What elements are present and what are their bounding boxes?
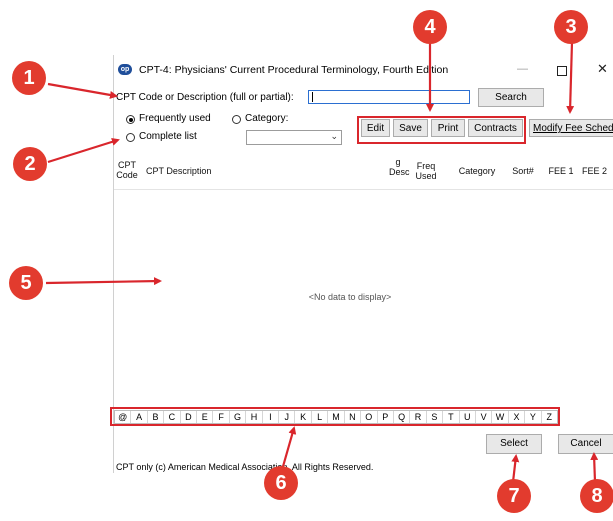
annotation-badge-4: 4	[413, 10, 447, 44]
arrow-8	[590, 452, 599, 483]
annotation-badge-2: 2	[13, 147, 47, 181]
arrow-1	[47, 82, 118, 99]
annotation-badge-6: 6	[264, 466, 298, 500]
annotation-badge-3: 3	[554, 10, 588, 44]
annotation-arrows	[45, 41, 599, 483]
annotation-badge-1: 1	[12, 61, 46, 95]
arrow-6	[280, 426, 297, 471]
annotation-badge-8: 8	[580, 479, 613, 513]
arrow-3	[566, 41, 575, 114]
annotation-badge-5: 5	[9, 266, 43, 300]
annotation-badge-7: 7	[497, 479, 531, 513]
arrow-5	[45, 277, 162, 286]
arrow-2	[47, 137, 120, 164]
